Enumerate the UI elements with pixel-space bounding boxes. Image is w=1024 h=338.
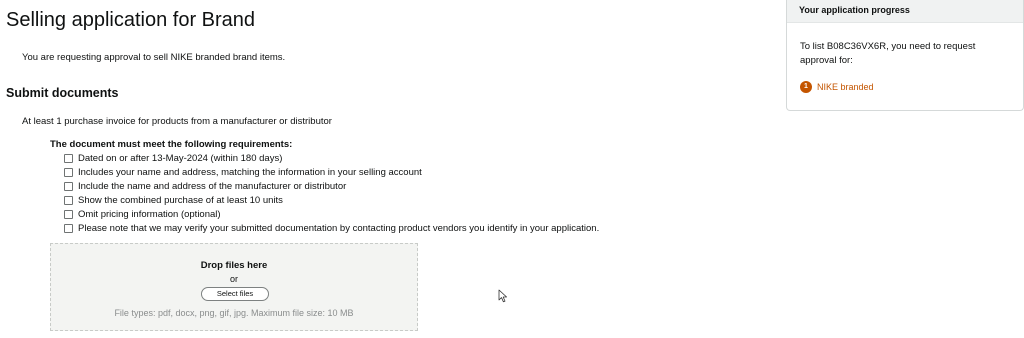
requirement-item: Dated on or after 13-May-2024 (within 18… <box>64 151 599 165</box>
drop-title: Drop files here <box>200 260 268 271</box>
requirement-item: Show the combined purchase of at least 1… <box>64 193 599 207</box>
step-number-badge: 1 <box>800 81 812 93</box>
requirement-checkbox[interactable] <box>64 223 73 233</box>
requirement-label: Dated on or after 13-May-2024 (within 18… <box>78 152 283 164</box>
requirement-label: Omit pricing information (optional) <box>78 208 221 220</box>
requirement-checkbox[interactable] <box>64 195 73 205</box>
requirement-item: Omit pricing information (optional) <box>64 207 599 221</box>
requirements-list: Dated on or after 13-May-2024 (within 18… <box>50 151 599 235</box>
requirements-heading: The document must meet the following req… <box>50 139 293 150</box>
progress-panel-header: Your application progress <box>787 0 1023 23</box>
requirement-checkbox[interactable] <box>64 167 73 177</box>
page-title: Selling application for Brand <box>6 9 256 31</box>
requirement-label: Show the combined purchase of at least 1… <box>78 194 283 206</box>
select-files-button[interactable]: Select files <box>201 287 269 301</box>
requirements-block: The document must meet the following req… <box>50 139 599 235</box>
requirement-item: Include the name and address of the manu… <box>64 179 599 193</box>
application-progress-panel: Your application progress To list B08C36… <box>786 0 1024 111</box>
mouse-cursor-icon <box>498 289 507 303</box>
file-types-note: File types: pdf, docx, png, gif, jpg. Ma… <box>114 308 354 318</box>
intro-text: You are requesting approval to sell NIKE… <box>22 52 286 63</box>
requirement-checkbox[interactable] <box>64 153 73 163</box>
file-dropzone[interactable]: Drop files here or Select files File typ… <box>50 243 418 331</box>
requirement-checkbox[interactable] <box>64 209 73 219</box>
requirement-checkbox[interactable] <box>64 181 73 191</box>
section-title: Submit documents <box>6 86 119 100</box>
requirement-label: Please note that we may verify your subm… <box>78 222 600 234</box>
step-label[interactable]: NIKE branded <box>817 82 874 92</box>
requirement-label: Includes your name and address, matching… <box>78 166 422 178</box>
requirement-item: Please note that we may verify your subm… <box>64 221 599 235</box>
requirement-label: Include the name and address of the manu… <box>78 180 347 192</box>
drop-or-text: or <box>229 274 238 284</box>
progress-description: To list B08C36VX6R, you need to request … <box>800 41 976 66</box>
document-type-text: At least 1 purchase invoice for products… <box>22 116 332 127</box>
progress-step: 1 NIKE branded <box>800 81 874 93</box>
requirement-item: Includes your name and address, matching… <box>64 165 599 179</box>
